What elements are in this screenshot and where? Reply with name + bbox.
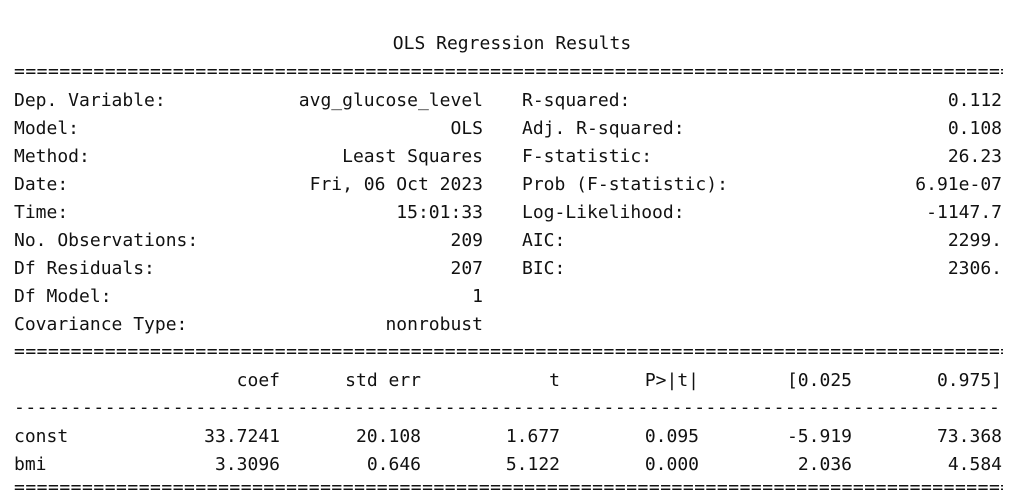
- ci-lower-value: 2.036: [797, 454, 852, 475]
- summary-value: 0.108: [947, 118, 1002, 139]
- summary-value: 15:01:33: [396, 202, 483, 223]
- ci-upper-value: 73.368: [936, 426, 1002, 447]
- coef-header: P>|t|: [644, 370, 699, 391]
- t-value: 5.122: [505, 454, 560, 475]
- summary-label: No. Observations:: [14, 230, 199, 251]
- std-err-value: 20.108: [355, 426, 421, 447]
- t-value: 1.677: [505, 426, 560, 447]
- summary-value: 0.112: [947, 90, 1002, 111]
- summary-value: Least Squares: [342, 146, 483, 167]
- summary-value: Fri, 06 Oct 2023: [309, 174, 483, 195]
- summary-row: Df Model: 1: [0, 283, 1024, 311]
- summary-label: Covariance Type:: [14, 314, 188, 335]
- p-value: 0.000: [644, 454, 699, 475]
- coef-header: coef: [236, 370, 280, 391]
- summary-value: 6.91e-07: [915, 174, 1002, 195]
- summary-label: Prob (F-statistic):: [522, 174, 728, 195]
- coef-header: std err: [345, 370, 421, 391]
- summary-row: Covariance Type: nonrobust: [0, 311, 1024, 339]
- summary-row: Dep. Variable: avg_glucose_level R-squar…: [0, 87, 1024, 115]
- summary-label: Model:: [14, 118, 80, 139]
- double-rule-top: ========================================…: [14, 63, 1003, 81]
- summary-row: Time: 15:01:33 Log-Likelihood: -1147.7: [0, 199, 1024, 227]
- coef-row: const 33.7241 20.108 1.677 0.095 -5.919 …: [0, 423, 1024, 451]
- summary-value: avg_glucose_level: [298, 90, 483, 111]
- summary-row: Method: Least Squares F-statistic: 26.23: [0, 143, 1024, 171]
- coef-header: t: [549, 370, 560, 391]
- coef-header-row: coef std err t P>|t| [0.025 0.975]: [0, 367, 1024, 395]
- double-rule-middle: ========================================…: [14, 343, 1003, 361]
- summary-value: nonrobust: [385, 314, 483, 335]
- coef-header: 0.975]: [936, 370, 1002, 391]
- summary-row: Date: Fri, 06 Oct 2023 Prob (F-statistic…: [0, 171, 1024, 199]
- double-rule-bottom: ========================================…: [14, 479, 1003, 497]
- single-rule: ----------------------------------------…: [14, 399, 1003, 417]
- ci-lower-value: -5.919: [786, 426, 852, 447]
- coef-row: bmi 3.3096 0.646 5.122 0.000 2.036 4.584: [0, 451, 1024, 479]
- summary-label: Time:: [14, 202, 69, 223]
- summary-value: 209: [450, 230, 483, 251]
- summary-label: Method:: [14, 146, 90, 167]
- summary-row: Df Residuals: 207 BIC: 2306.: [0, 255, 1024, 283]
- summary-value: 26.23: [947, 146, 1002, 167]
- summary-label: R-squared:: [522, 90, 631, 111]
- coef-header: [0.025: [786, 370, 852, 391]
- summary-value: 207: [450, 258, 483, 279]
- summary-title: OLS Regression Results: [392, 33, 632, 54]
- summary-label: Date:: [14, 174, 69, 195]
- summary-label: BIC:: [522, 258, 566, 279]
- ci-upper-value: 4.584: [947, 454, 1002, 475]
- summary-label: AIC:: [522, 230, 566, 251]
- summary-label: Df Residuals:: [14, 258, 155, 279]
- summary-row: No. Observations: 209 AIC: 2299.: [0, 227, 1024, 255]
- coef-value: 3.3096: [214, 454, 280, 475]
- summary-label: Adj. R-squared:: [522, 118, 685, 139]
- summary-label: Dep. Variable:: [14, 90, 166, 111]
- summary-value: 2299.: [947, 230, 1002, 251]
- summary-value: -1147.7: [926, 202, 1002, 223]
- coef-variable: bmi: [14, 454, 47, 475]
- summary-label: F-statistic:: [522, 146, 653, 167]
- summary-label: Df Model:: [14, 286, 112, 307]
- summary-value: 1: [472, 286, 483, 307]
- summary-value: OLS: [450, 118, 483, 139]
- p-value: 0.095: [644, 426, 699, 447]
- coef-variable: const: [14, 426, 69, 447]
- summary-label: Log-Likelihood:: [522, 202, 685, 223]
- summary-row: Model: OLS Adj. R-squared: 0.108: [0, 115, 1024, 143]
- summary-value: 2306.: [947, 258, 1002, 279]
- std-err-value: 0.646: [366, 454, 421, 475]
- coef-value: 33.7241: [204, 426, 280, 447]
